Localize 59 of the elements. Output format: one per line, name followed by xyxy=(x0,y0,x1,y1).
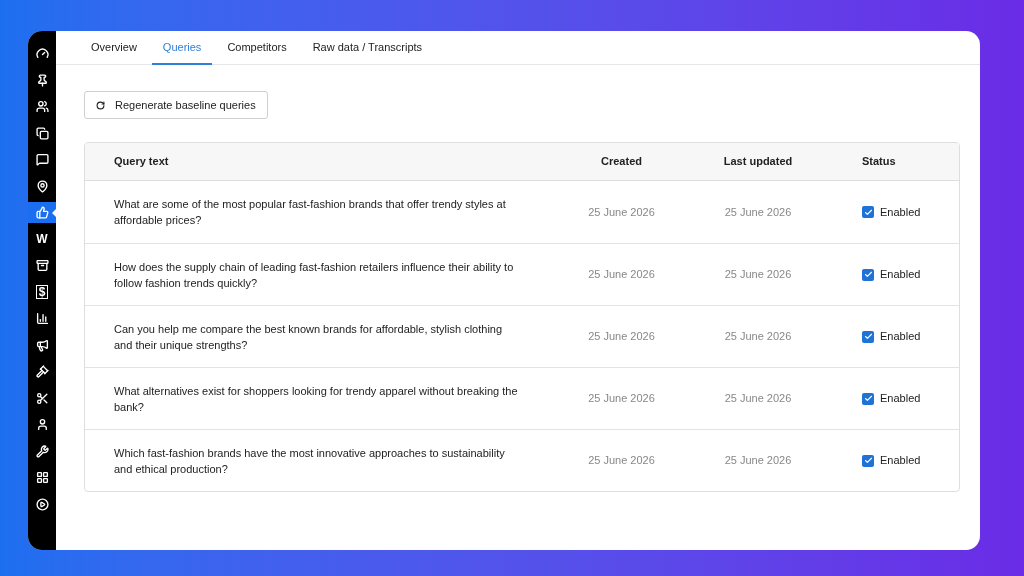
updated-date: 25 June 2026 xyxy=(723,267,793,283)
sidebar-item[interactable]: W xyxy=(28,228,56,250)
checkbox[interactable] xyxy=(862,268,874,281)
created-date: 25 June 2026 xyxy=(587,204,656,220)
tab[interactable]: Queries xyxy=(151,31,213,65)
created-date: 25 June 2026 xyxy=(587,391,656,407)
gauge-icon xyxy=(35,47,49,60)
bar-chart-icon xyxy=(35,312,49,325)
updated-date: 25 June 2026 xyxy=(723,453,793,469)
thumbs-up-icon xyxy=(35,206,49,219)
wrench-icon xyxy=(35,444,49,458)
created-date: 25 June 2026 xyxy=(587,453,656,469)
created-date: 25 June 2026 xyxy=(587,329,656,345)
archive-icon xyxy=(35,259,49,272)
check-icon xyxy=(863,270,873,279)
query-text: Can you help me compare the best known brands for affordable, stylish clothing and their unique strengths? xyxy=(113,321,504,353)
scissors-icon xyxy=(35,391,49,405)
tab[interactable]: Overview xyxy=(80,31,148,65)
checkbox[interactable] xyxy=(862,330,874,343)
megaphone-icon xyxy=(35,338,49,352)
play-icon xyxy=(35,497,49,511)
query-text: What are some of the most popular fast-fashion brands that offer trendy styles at affordable prices? xyxy=(113,197,507,228)
tab[interactable]: Raw data / Transcripts xyxy=(301,31,434,65)
users-icon xyxy=(35,100,49,113)
updated-date: 25 June 2026 xyxy=(723,391,793,407)
status-label: Enabled xyxy=(880,453,921,469)
regenerate-button[interactable]: Regenerate baseline queries xyxy=(84,91,268,119)
column-header: Query text xyxy=(113,154,170,170)
updated-date: 25 June 2026 xyxy=(723,204,793,220)
grid-icon xyxy=(35,471,49,484)
status-label: Enabled xyxy=(880,267,921,283)
column-header: Last updated xyxy=(722,154,794,170)
created-date: 25 June 2026 xyxy=(587,267,656,283)
query-text: What alternatives exist for shoppers looking for trendy apparel without breaking the bank? xyxy=(113,383,519,415)
checkbox[interactable] xyxy=(862,392,874,405)
check-icon xyxy=(863,332,873,341)
check-icon xyxy=(863,394,873,403)
tab[interactable]: Competitors xyxy=(216,31,298,65)
pages-icon xyxy=(35,126,49,140)
gavel-icon xyxy=(35,365,49,378)
user-icon xyxy=(35,418,49,431)
check-icon xyxy=(863,456,873,465)
column-header: Created xyxy=(600,154,643,170)
checkbox[interactable] xyxy=(862,206,874,218)
checkbox[interactable] xyxy=(862,454,874,467)
query-text: Which fast-fashion brands have the most innovative approaches to sustainability and ethical production? xyxy=(113,445,506,477)
pin-icon xyxy=(35,73,49,87)
location-icon xyxy=(35,179,49,193)
status-label: Enabled xyxy=(880,204,921,220)
updated-date: 25 June 2026 xyxy=(723,329,793,345)
column-header: Status xyxy=(861,154,897,170)
check-icon xyxy=(863,207,873,217)
query-text: How does the supply chain of leading fast-fashion retailers influence their ability to follow fashion trends quickly? xyxy=(113,259,515,291)
status-label: Enabled xyxy=(880,391,921,407)
chat-icon xyxy=(35,153,49,166)
refresh-icon xyxy=(96,100,105,110)
status-label: Enabled xyxy=(880,329,921,345)
sidebar-item[interactable]: $ xyxy=(28,281,56,303)
active-pointer xyxy=(52,208,56,217)
